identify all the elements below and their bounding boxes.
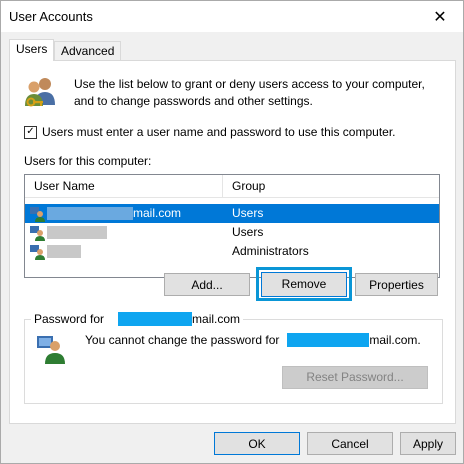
user-icon xyxy=(30,207,45,222)
user-name-cell xyxy=(47,242,81,261)
add-button[interactable]: Add... xyxy=(164,273,250,296)
require-login-row[interactable]: ✓ Users must enter a user name and passw… xyxy=(24,125,396,139)
ok-button[interactable]: OK xyxy=(214,432,300,455)
cancel-button[interactable]: Cancel xyxy=(307,432,393,455)
table-row[interactable]: Users xyxy=(25,223,439,242)
user-accounts-window: User Accounts ✕ Users Advanced Use the l… xyxy=(0,0,464,464)
table-row[interactable]: mail.com Users xyxy=(25,204,439,223)
redacted-block xyxy=(47,245,81,259)
title-bar: User Accounts ✕ xyxy=(1,1,463,32)
users-panel: Use the list below to grant or deny user… xyxy=(9,60,456,424)
require-login-label: Users must enter a user name and passwor… xyxy=(42,125,396,139)
redacted-block xyxy=(287,333,370,347)
user-password-icon xyxy=(37,336,65,364)
user-icon xyxy=(30,226,45,241)
password-groupbox: Password for mail.com You cannot change … xyxy=(24,312,443,404)
group-cell: Users xyxy=(232,206,264,220)
tab-users[interactable]: Users xyxy=(9,39,55,61)
user-icon xyxy=(30,245,45,260)
password-legend: Password for mail.com xyxy=(31,312,244,326)
redacted-block xyxy=(47,207,133,221)
apply-button[interactable]: Apply xyxy=(400,432,456,455)
reset-password-button[interactable]: Reset Password... xyxy=(282,366,428,389)
info-text: Use the list below to grant or deny user… xyxy=(74,77,425,108)
table-row[interactable]: Administrators xyxy=(25,242,439,261)
window-title: User Accounts xyxy=(9,9,93,24)
users-listbox[interactable]: User Name Group mail.com Users Users Adm… xyxy=(24,174,440,278)
users-keys-icon xyxy=(25,78,55,107)
user-name-cell: mail.com xyxy=(47,204,181,223)
redacted-block xyxy=(47,226,107,240)
user-name-cell xyxy=(47,223,107,242)
close-icon[interactable]: ✕ xyxy=(417,1,463,32)
properties-button[interactable]: Properties xyxy=(355,273,438,296)
list-header: User Name Group xyxy=(25,175,439,198)
tab-advanced[interactable]: Advanced xyxy=(54,41,122,61)
column-user-name[interactable]: User Name xyxy=(25,175,223,197)
group-cell: Users xyxy=(232,225,264,239)
group-cell: Administrators xyxy=(232,244,309,258)
require-login-checkbox[interactable]: ✓ xyxy=(24,125,37,139)
users-list-label: Users for this computer: xyxy=(24,154,152,168)
column-group[interactable]: Group xyxy=(223,175,265,197)
redacted-block xyxy=(118,312,193,326)
remove-button[interactable]: Remove xyxy=(261,272,347,297)
password-message: You cannot change the password for mail.… xyxy=(85,333,421,347)
